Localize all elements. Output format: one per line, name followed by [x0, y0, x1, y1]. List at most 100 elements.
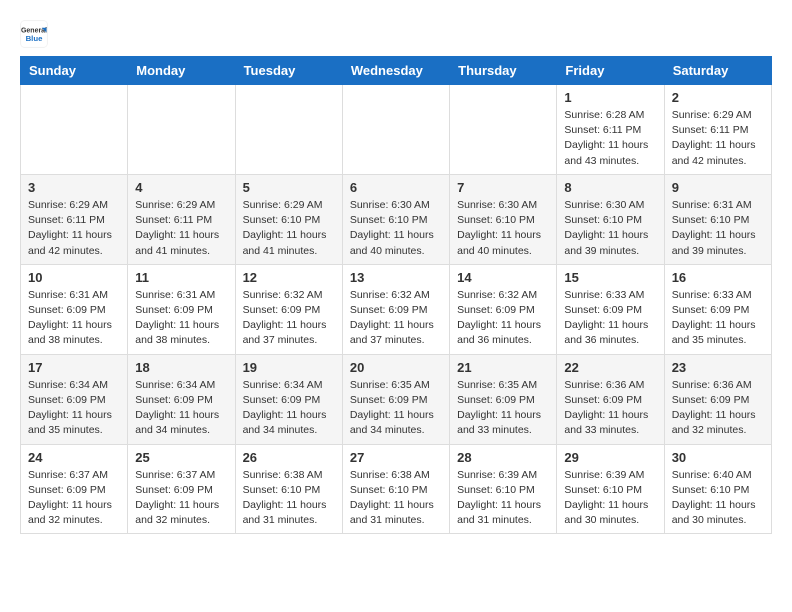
calendar-cell: 10 Sunrise: 6:31 AMSunset: 6:09 PMDayligh…	[21, 264, 128, 354]
calendar-cell: 17 Sunrise: 6:34 AMSunset: 6:09 PMDayligh…	[21, 354, 128, 444]
day-number: 15	[564, 270, 656, 285]
calendar-cell: 18 Sunrise: 6:34 AMSunset: 6:09 PMDayligh…	[128, 354, 235, 444]
weekday-header-thursday: Thursday	[450, 57, 557, 85]
calendar-week-2: 3 Sunrise: 6:29 AMSunset: 6:11 PMDaylight…	[21, 174, 772, 264]
calendar-cell: 3 Sunrise: 6:29 AMSunset: 6:11 PMDaylight…	[21, 174, 128, 264]
day-info: Sunrise: 6:37 AMSunset: 6:09 PMDaylight:…	[135, 468, 227, 529]
day-number: 13	[350, 270, 442, 285]
calendar-cell: 8 Sunrise: 6:30 AMSunset: 6:10 PMDaylight…	[557, 174, 664, 264]
day-number: 26	[243, 450, 335, 465]
day-info: Sunrise: 6:31 AMSunset: 6:09 PMDaylight:…	[135, 288, 227, 349]
calendar-cell	[450, 85, 557, 175]
weekday-header-row: SundayMondayTuesdayWednesdayThursdayFrid…	[21, 57, 772, 85]
calendar-cell: 26Sunrise: 6:38 AMSunset: 6:10 PMDayligh…	[235, 444, 342, 534]
day-number: 22	[564, 360, 656, 375]
day-number: 8	[564, 180, 656, 195]
calendar-cell	[235, 85, 342, 175]
calendar-week-1: 1 Sunrise: 6:28 AMSunset: 6:11 PMDaylight…	[21, 85, 772, 175]
weekday-header-saturday: Saturday	[664, 57, 771, 85]
day-number: 20	[350, 360, 442, 375]
day-number: 7	[457, 180, 549, 195]
day-number: 19	[243, 360, 335, 375]
calendar-cell: 20Sunrise: 6:35 AMSunset: 6:09 PMDayligh…	[342, 354, 449, 444]
weekday-header-tuesday: Tuesday	[235, 57, 342, 85]
calendar-cell: 16 Sunrise: 6:33 AMSunset: 6:09 PMDayligh…	[664, 264, 771, 354]
day-info: Sunrise: 6:31 AMSunset: 6:09 PMDaylight:…	[28, 288, 120, 349]
calendar-cell: 24 Sunrise: 6:37 AMSunset: 6:09 PMDayligh…	[21, 444, 128, 534]
day-number: 29	[564, 450, 656, 465]
day-info: Sunrise: 6:39 AMSunset: 6:10 PMDaylight:…	[457, 468, 549, 529]
day-number: 1	[564, 90, 656, 105]
day-info: Sunrise: 6:28 AMSunset: 6:11 PMDaylight:…	[564, 108, 656, 169]
day-info: Sunrise: 6:32 AMSunset: 6:09 PMDaylight:…	[350, 288, 442, 349]
day-number: 6	[350, 180, 442, 195]
calendar-cell: 4 Sunrise: 6:29 AMSunset: 6:11 PMDaylight…	[128, 174, 235, 264]
day-info: Sunrise: 6:39 AMSunset: 6:10 PMDaylight:…	[564, 468, 656, 529]
calendar-cell: 13 Sunrise: 6:32 AMSunset: 6:09 PMDayligh…	[342, 264, 449, 354]
calendar-cell: 9 Sunrise: 6:31 AMSunset: 6:10 PMDaylight…	[664, 174, 771, 264]
day-info: Sunrise: 6:37 AMSunset: 6:09 PMDaylight:…	[28, 468, 120, 529]
header: General Blue	[20, 16, 772, 48]
calendar-week-5: 24 Sunrise: 6:37 AMSunset: 6:09 PMDayligh…	[21, 444, 772, 534]
day-info: Sunrise: 6:33 AMSunset: 6:09 PMDaylight:…	[564, 288, 656, 349]
day-number: 2	[672, 90, 764, 105]
calendar-cell	[21, 85, 128, 175]
calendar-cell: 2 Sunrise: 6:29 AMSunset: 6:11 PMDaylight…	[664, 85, 771, 175]
calendar-cell: 19 Sunrise: 6:34 AMSunset: 6:09 PMDayligh…	[235, 354, 342, 444]
day-info: Sunrise: 6:30 AMSunset: 6:10 PMDaylight:…	[350, 198, 442, 259]
calendar-cell: 29 Sunrise: 6:39 AMSunset: 6:10 PMDayligh…	[557, 444, 664, 534]
day-info: Sunrise: 6:29 AMSunset: 6:11 PMDaylight:…	[28, 198, 120, 259]
day-number: 5	[243, 180, 335, 195]
day-info: Sunrise: 6:34 AMSunset: 6:09 PMDaylight:…	[243, 378, 335, 439]
weekday-header-monday: Monday	[128, 57, 235, 85]
day-number: 18	[135, 360, 227, 375]
day-number: 11	[135, 270, 227, 285]
day-info: Sunrise: 6:33 AMSunset: 6:09 PMDaylight:…	[672, 288, 764, 349]
day-number: 27	[350, 450, 442, 465]
page: General Blue SundayMondayTuesdayWednesda…	[0, 0, 792, 550]
day-number: 25	[135, 450, 227, 465]
day-info: Sunrise: 6:29 AMSunset: 6:11 PMDaylight:…	[672, 108, 764, 169]
day-number: 10	[28, 270, 120, 285]
calendar-cell: 15 Sunrise: 6:33 AMSunset: 6:09 PMDayligh…	[557, 264, 664, 354]
calendar-week-4: 17 Sunrise: 6:34 AMSunset: 6:09 PMDayligh…	[21, 354, 772, 444]
day-info: Sunrise: 6:34 AMSunset: 6:09 PMDaylight:…	[135, 378, 227, 439]
day-info: Sunrise: 6:30 AMSunset: 6:10 PMDaylight:…	[564, 198, 656, 259]
day-number: 9	[672, 180, 764, 195]
day-number: 24	[28, 450, 120, 465]
day-number: 4	[135, 180, 227, 195]
day-info: Sunrise: 6:34 AMSunset: 6:09 PMDaylight:…	[28, 378, 120, 439]
calendar-cell: 5Sunrise: 6:29 AMSunset: 6:10 PMDaylight…	[235, 174, 342, 264]
calendar-cell: 22Sunrise: 6:36 AMSunset: 6:09 PMDayligh…	[557, 354, 664, 444]
weekday-header-sunday: Sunday	[21, 57, 128, 85]
calendar-cell: 1 Sunrise: 6:28 AMSunset: 6:11 PMDaylight…	[557, 85, 664, 175]
day-number: 23	[672, 360, 764, 375]
day-number: 17	[28, 360, 120, 375]
calendar-cell: 21 Sunrise: 6:35 AMSunset: 6:09 PMDayligh…	[450, 354, 557, 444]
day-info: Sunrise: 6:35 AMSunset: 6:09 PMDaylight:…	[457, 378, 549, 439]
calendar: SundayMondayTuesdayWednesdayThursdayFrid…	[20, 56, 772, 534]
day-info: Sunrise: 6:32 AMSunset: 6:09 PMDaylight:…	[457, 288, 549, 349]
calendar-cell	[342, 85, 449, 175]
calendar-cell	[128, 85, 235, 175]
day-number: 21	[457, 360, 549, 375]
logo-icon: General Blue	[20, 20, 48, 48]
svg-text:Blue: Blue	[26, 34, 44, 43]
calendar-cell: 12Sunrise: 6:32 AMSunset: 6:09 PMDayligh…	[235, 264, 342, 354]
day-number: 28	[457, 450, 549, 465]
day-info: Sunrise: 6:32 AMSunset: 6:09 PMDaylight:…	[243, 288, 335, 349]
calendar-cell: 11 Sunrise: 6:31 AMSunset: 6:09 PMDayligh…	[128, 264, 235, 354]
calendar-cell: 30 Sunrise: 6:40 AMSunset: 6:10 PMDayligh…	[664, 444, 771, 534]
day-info: Sunrise: 6:31 AMSunset: 6:10 PMDaylight:…	[672, 198, 764, 259]
calendar-cell: 27Sunrise: 6:38 AMSunset: 6:10 PMDayligh…	[342, 444, 449, 534]
calendar-cell: 6 Sunrise: 6:30 AMSunset: 6:10 PMDaylight…	[342, 174, 449, 264]
calendar-week-3: 10 Sunrise: 6:31 AMSunset: 6:09 PMDayligh…	[21, 264, 772, 354]
calendar-cell: 28 Sunrise: 6:39 AMSunset: 6:10 PMDayligh…	[450, 444, 557, 534]
day-number: 3	[28, 180, 120, 195]
day-info: Sunrise: 6:40 AMSunset: 6:10 PMDaylight:…	[672, 468, 764, 529]
weekday-header-wednesday: Wednesday	[342, 57, 449, 85]
day-info: Sunrise: 6:30 AMSunset: 6:10 PMDaylight:…	[457, 198, 549, 259]
day-number: 30	[672, 450, 764, 465]
day-number: 16	[672, 270, 764, 285]
day-info: Sunrise: 6:29 AMSunset: 6:11 PMDaylight:…	[135, 198, 227, 259]
